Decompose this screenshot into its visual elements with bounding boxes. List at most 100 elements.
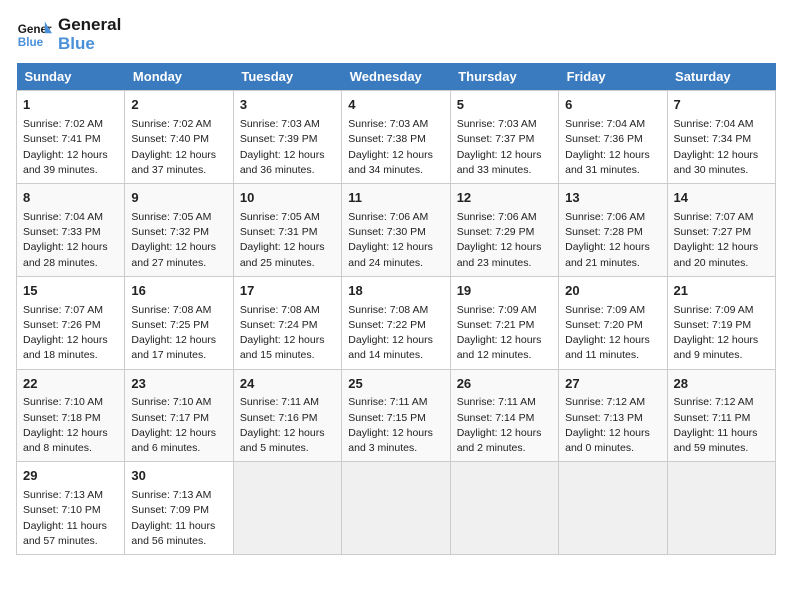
day-content: Sunrise: 7:10 AMSunset: 7:18 PMDaylight:…	[23, 395, 118, 456]
logo-sub: Blue	[58, 35, 121, 54]
day-content: Sunrise: 7:03 AMSunset: 7:37 PMDaylight:…	[457, 117, 552, 178]
calendar-week-6: 29 Sunrise: 7:13 AMSunset: 7:10 PMDayligh…	[17, 462, 776, 555]
day-number: 6	[565, 96, 660, 115]
day-number: 20	[565, 282, 660, 301]
calendar-cell: 3Sunrise: 7:03 AMSunset: 7:39 PMDaylight…	[233, 91, 341, 184]
logo: General Blue General Blue	[16, 16, 121, 53]
day-content: Sunrise: 7:09 AMSunset: 7:19 PMDaylight:…	[674, 303, 769, 364]
day-number: 14	[674, 189, 769, 208]
day-number: 10	[240, 189, 335, 208]
day-content: Sunrise: 7:08 AMSunset: 7:24 PMDaylight:…	[240, 303, 335, 364]
day-number: 30	[131, 467, 226, 486]
header: General Blue General Blue	[16, 16, 776, 53]
day-content: Sunrise: 7:08 AMSunset: 7:22 PMDaylight:…	[348, 303, 443, 364]
calendar-cell: 8 Sunrise: 7:04 AMSunset: 7:33 PMDaylight…	[17, 184, 125, 277]
day-content: Sunrise: 7:09 AMSunset: 7:20 PMDaylight:…	[565, 303, 660, 364]
day-content: Sunrise: 7:03 AMSunset: 7:38 PMDaylight:…	[348, 117, 443, 178]
logo-icon: General Blue	[16, 17, 52, 53]
calendar-week-4: 15 Sunrise: 7:07 AMSunset: 7:26 PMDayligh…	[17, 276, 776, 369]
day-content: Sunrise: 7:06 AMSunset: 7:30 PMDaylight:…	[348, 210, 443, 271]
calendar-cell: 6 Sunrise: 7:04 AMSunset: 7:36 PMDaylight…	[559, 91, 667, 184]
calendar-cell: 29 Sunrise: 7:13 AMSunset: 7:10 PMDayligh…	[17, 462, 125, 555]
day-number: 15	[23, 282, 118, 301]
day-number: 3	[240, 96, 335, 115]
day-content: Sunrise: 7:02 AMSunset: 7:40 PMDaylight:…	[131, 117, 226, 178]
calendar-cell	[233, 462, 341, 555]
day-number: 4	[348, 96, 443, 115]
calendar-cell: 5 Sunrise: 7:03 AMSunset: 7:37 PMDaylight…	[450, 91, 558, 184]
day-number: 2	[131, 96, 226, 115]
day-number: 1	[23, 96, 118, 115]
calendar-cell: 9Sunrise: 7:05 AMSunset: 7:32 PMDaylight…	[125, 184, 233, 277]
day-number: 17	[240, 282, 335, 301]
calendar-cell: 28Sunrise: 7:12 AMSunset: 7:11 PMDayligh…	[667, 369, 775, 462]
calendar-cell: 13 Sunrise: 7:06 AMSunset: 7:28 PMDayligh…	[559, 184, 667, 277]
calendar-cell: 16 Sunrise: 7:08 AMSunset: 7:25 PMDayligh…	[125, 276, 233, 369]
calendar-cell: 4 Sunrise: 7:03 AMSunset: 7:38 PMDaylight…	[342, 91, 450, 184]
day-number: 19	[457, 282, 552, 301]
calendar-cell: 17 Sunrise: 7:08 AMSunset: 7:24 PMDayligh…	[233, 276, 341, 369]
calendar-cell: 12 Sunrise: 7:06 AMSunset: 7:29 PMDayligh…	[450, 184, 558, 277]
calendar-header-row: SundayMondayTuesdayWednesdayThursdayFrid…	[17, 63, 776, 91]
day-content: Sunrise: 7:10 AMSunset: 7:17 PMDaylight:…	[131, 395, 226, 456]
day-content: Sunrise: 7:11 AMSunset: 7:16 PMDaylight:…	[240, 395, 335, 456]
day-content: Sunrise: 7:11 AMSunset: 7:15 PMDaylight:…	[348, 395, 443, 456]
calendar-cell: 21 Sunrise: 7:09 AMSunset: 7:19 PMDayligh…	[667, 276, 775, 369]
day-number: 12	[457, 189, 552, 208]
calendar-cell: 26Sunrise: 7:11 AMSunset: 7:14 PMDayligh…	[450, 369, 558, 462]
day-number: 22	[23, 375, 118, 394]
calendar-cell	[667, 462, 775, 555]
day-content: Sunrise: 7:12 AMSunset: 7:11 PMDaylight:…	[674, 395, 769, 456]
day-number: 25	[348, 375, 443, 394]
day-content: Sunrise: 7:07 AMSunset: 7:26 PMDaylight:…	[23, 303, 118, 364]
calendar-week-2: 1 Sunrise: 7:02 AMSunset: 7:41 PMDaylight…	[17, 91, 776, 184]
day-content: Sunrise: 7:08 AMSunset: 7:25 PMDaylight:…	[131, 303, 226, 364]
calendar-cell: 19 Sunrise: 7:09 AMSunset: 7:21 PMDayligh…	[450, 276, 558, 369]
calendar-cell: 15 Sunrise: 7:07 AMSunset: 7:26 PMDayligh…	[17, 276, 125, 369]
day-number: 11	[348, 189, 443, 208]
day-number: 5	[457, 96, 552, 115]
day-content: Sunrise: 7:02 AMSunset: 7:41 PMDaylight:…	[23, 117, 118, 178]
calendar-cell: 14Sunrise: 7:07 AMSunset: 7:27 PMDayligh…	[667, 184, 775, 277]
day-content: Sunrise: 7:11 AMSunset: 7:14 PMDaylight:…	[457, 395, 552, 456]
day-content: Sunrise: 7:13 AMSunset: 7:09 PMDaylight:…	[131, 488, 226, 549]
calendar-week-5: 22Sunrise: 7:10 AMSunset: 7:18 PMDayligh…	[17, 369, 776, 462]
day-content: Sunrise: 7:09 AMSunset: 7:21 PMDaylight:…	[457, 303, 552, 364]
calendar-cell: 20 Sunrise: 7:09 AMSunset: 7:20 PMDayligh…	[559, 276, 667, 369]
calendar-cell: 27Sunrise: 7:12 AMSunset: 7:13 PMDayligh…	[559, 369, 667, 462]
day-number: 21	[674, 282, 769, 301]
day-content: Sunrise: 7:13 AMSunset: 7:10 PMDaylight:…	[23, 488, 118, 549]
calendar-cell: 2 Sunrise: 7:02 AMSunset: 7:40 PMDaylight…	[125, 91, 233, 184]
day-number: 18	[348, 282, 443, 301]
day-content: Sunrise: 7:06 AMSunset: 7:28 PMDaylight:…	[565, 210, 660, 271]
column-header-wednesday: Wednesday	[342, 63, 450, 91]
column-header-monday: Monday	[125, 63, 233, 91]
calendar-cell: 7Sunrise: 7:04 AMSunset: 7:34 PMDaylight…	[667, 91, 775, 184]
day-content: Sunrise: 7:04 AMSunset: 7:33 PMDaylight:…	[23, 210, 118, 271]
column-header-saturday: Saturday	[667, 63, 775, 91]
calendar-cell: 1 Sunrise: 7:02 AMSunset: 7:41 PMDaylight…	[17, 91, 125, 184]
day-number: 13	[565, 189, 660, 208]
day-number: 29	[23, 467, 118, 486]
day-number: 8	[23, 189, 118, 208]
calendar-week-3: 8 Sunrise: 7:04 AMSunset: 7:33 PMDaylight…	[17, 184, 776, 277]
day-number: 27	[565, 375, 660, 394]
day-number: 24	[240, 375, 335, 394]
day-number: 7	[674, 96, 769, 115]
calendar-cell: 10Sunrise: 7:05 AMSunset: 7:31 PMDayligh…	[233, 184, 341, 277]
day-number: 26	[457, 375, 552, 394]
day-content: Sunrise: 7:04 AMSunset: 7:36 PMDaylight:…	[565, 117, 660, 178]
column-header-sunday: Sunday	[17, 63, 125, 91]
svg-text:Blue: Blue	[18, 35, 44, 48]
column-header-tuesday: Tuesday	[233, 63, 341, 91]
day-number: 16	[131, 282, 226, 301]
day-content: Sunrise: 7:12 AMSunset: 7:13 PMDaylight:…	[565, 395, 660, 456]
day-content: Sunrise: 7:06 AMSunset: 7:29 PMDaylight:…	[457, 210, 552, 271]
day-number: 28	[674, 375, 769, 394]
calendar-cell	[559, 462, 667, 555]
day-content: Sunrise: 7:05 AMSunset: 7:32 PMDaylight:…	[131, 210, 226, 271]
calendar-cell: 24Sunrise: 7:11 AMSunset: 7:16 PMDayligh…	[233, 369, 341, 462]
calendar-table: SundayMondayTuesdayWednesdayThursdayFrid…	[16, 63, 776, 555]
calendar-cell: 23Sunrise: 7:10 AMSunset: 7:17 PMDayligh…	[125, 369, 233, 462]
day-number: 23	[131, 375, 226, 394]
